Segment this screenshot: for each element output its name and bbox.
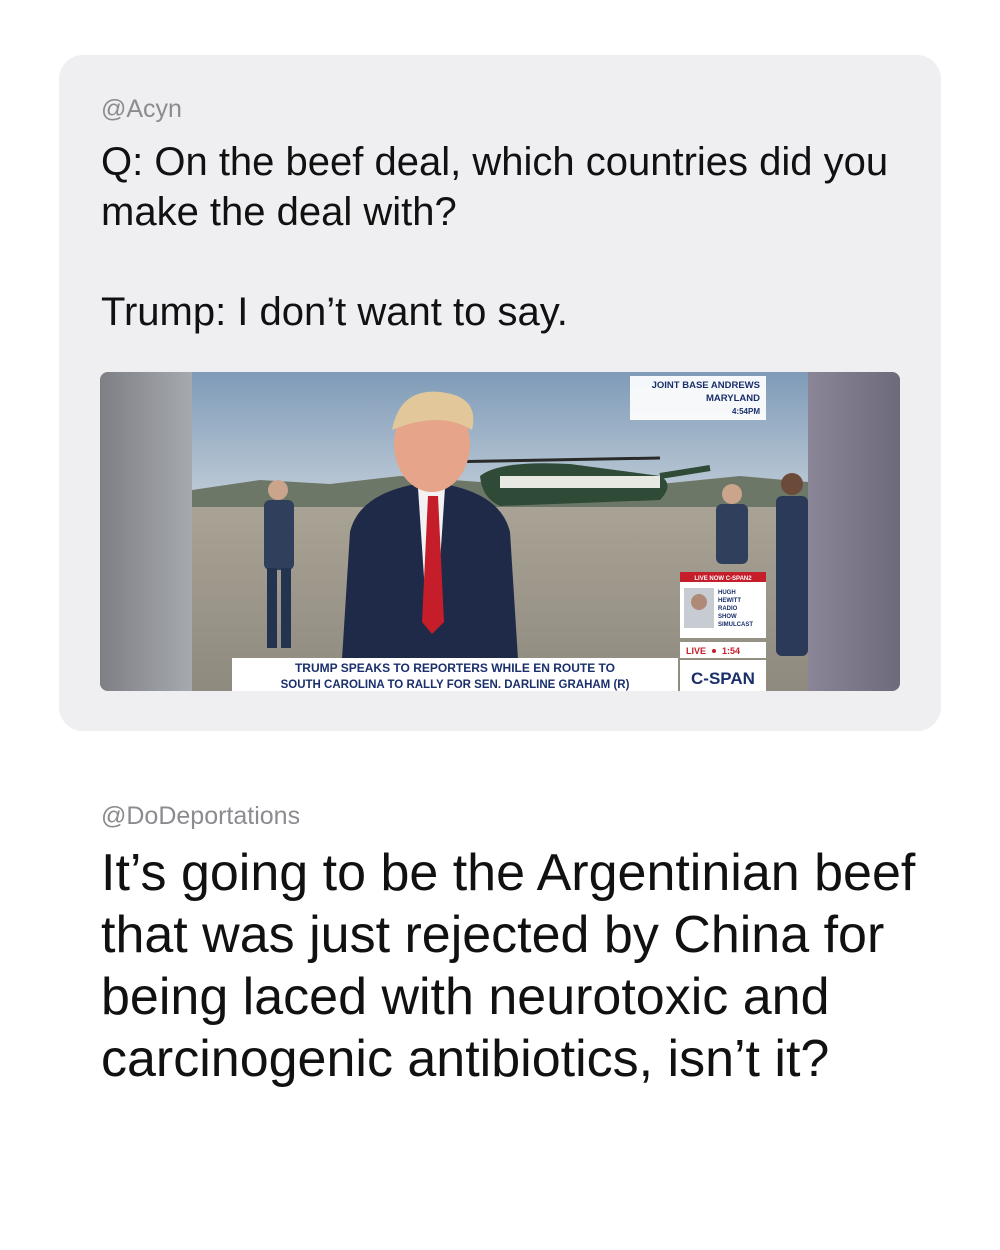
video-thumbnail[interactable]: JOINT BASE ANDREWS MARYLAND 4:54PM LIVE …	[100, 372, 900, 691]
live-time: 1:54	[722, 646, 740, 656]
reply-post-text: It’s going to be the Argentinian beef th…	[101, 844, 916, 1088]
live-now-label: LIVE NOW C-SPAN2	[694, 576, 752, 582]
inset-label-3: RADIO	[718, 606, 738, 612]
location-bug: JOINT BASE ANDREWS MARYLAND 4:54PM	[630, 376, 766, 420]
chyron-line1: TRUMP SPEAKS TO REPORTERS WHILE EN ROUTE…	[295, 661, 615, 675]
chyron-line2: SOUTH CAROLINA TO RALLY FOR SEN. DARLINE…	[281, 679, 630, 691]
right-blur-bar	[808, 372, 900, 691]
inset-label-5: SIMULCAST	[718, 622, 753, 628]
location-line1: JOINT BASE ANDREWS	[652, 380, 760, 391]
left-blur-bar	[100, 372, 192, 691]
cspan-logo: C-SPAN	[691, 669, 755, 688]
inset-label-4: SHOW	[718, 614, 737, 620]
inset-label-1: HUGH	[718, 590, 736, 596]
live-now-inset: LIVE NOW C-SPAN2 HUGH HEWITT RADIO SHOW …	[680, 572, 766, 658]
news-chyron: TRUMP SPEAKS TO REPORTERS WHILE EN ROUTE…	[232, 658, 766, 691]
reply-post-handle[interactable]: @DoDeportations	[101, 802, 300, 831]
inset-label-2: HEWITT	[718, 598, 741, 604]
location-line2: MARYLAND	[706, 393, 760, 404]
quoted-post-handle[interactable]: @Acyn	[101, 95, 182, 124]
live-badge: LIVE	[686, 646, 706, 656]
quoted-post-text: Q: On the beef deal, which countries did…	[101, 140, 889, 334]
quoted-post-card[interactable]: @Acyn Q: On the beef deal, which countri…	[59, 55, 941, 731]
location-time: 4:54PM	[732, 407, 760, 416]
